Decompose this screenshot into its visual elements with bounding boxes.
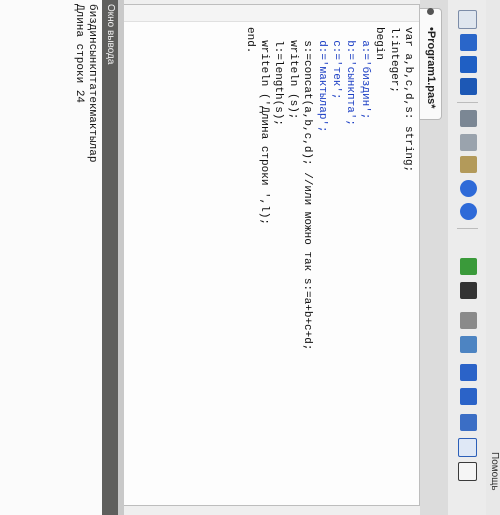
output-window-icon[interactable]	[458, 438, 477, 457]
paste-icon[interactable]	[460, 156, 477, 173]
step-over-icon[interactable]	[460, 388, 477, 405]
output-line: биздинсынкптатекмактылар	[86, 4, 98, 163]
tab-label: •Program1.pas*	[425, 27, 437, 109]
step-into-icon[interactable]	[460, 364, 477, 381]
toolbar-separator	[457, 102, 478, 103]
code-line: var a,b,c,d,s: string;	[402, 27, 414, 173]
open-icon[interactable]	[460, 34, 477, 51]
code-line: s:=concat(a,b,c,d); //или можно так s:=a…	[301, 27, 314, 351]
debug-step-icon[interactable]	[460, 336, 477, 353]
output-panel-title: Окно вывода	[105, 4, 116, 65]
code-line: writeln (s);	[286, 27, 299, 120]
editor-gutter	[123, 5, 419, 22]
pascalabc-window: Помощь •Program1.pas* var a,b,c,d,s: str…	[0, 0, 500, 515]
code-line: d:='мактылар';	[315, 27, 328, 133]
output-line: Длина строки 24	[73, 4, 85, 104]
code-line: l:=length(s);	[272, 27, 285, 127]
tab-program1[interactable]: •Program1.pas*	[419, 8, 442, 120]
menu-help[interactable]: Помощь	[489, 452, 500, 491]
new-file-icon[interactable]	[458, 10, 477, 29]
code-line: writeln ('Длина строки ',l);	[258, 27, 271, 226]
properties-icon[interactable]	[458, 462, 477, 481]
toolbar-separator	[457, 228, 478, 229]
toolbar	[447, 0, 486, 515]
photo-frame: Помощь •Program1.pas* var a,b,c,d,s: str…	[0, 0, 500, 515]
output-text: биздинсынкптатекмактылар Длина строки 24	[72, 4, 98, 162]
stop-icon[interactable]	[460, 282, 477, 299]
code-editor[interactable]: var a,b,c,d,s: string; l:integer; begin a:…	[122, 4, 420, 506]
compile-icon[interactable]	[460, 312, 477, 329]
code-line: c:='тек';	[330, 27, 343, 100]
code-text[interactable]: var a,b,c,d,s: string; l:integer; begin a:…	[242, 27, 415, 350]
output-panel-header: Окно вывода	[102, 0, 118, 515]
cut-icon[interactable]	[460, 110, 477, 127]
copy-icon[interactable]	[460, 134, 477, 151]
code-line: end.	[243, 27, 256, 54]
output-panel: биздинсынкптатекмактылар Длина строки 24	[0, 0, 102, 515]
code-line: a:='биздин';	[358, 27, 371, 120]
layout-icon[interactable]	[460, 414, 477, 431]
menu-bar: Помощь	[485, 0, 500, 515]
redo-icon[interactable]	[460, 203, 477, 220]
undo-icon[interactable]	[460, 180, 477, 197]
code-line: begin	[373, 27, 386, 61]
save-icon[interactable]	[460, 56, 477, 73]
code-line: b:='сынкпта';	[344, 27, 357, 127]
panel-splitter[interactable]	[118, 0, 124, 515]
run-icon[interactable]	[460, 258, 477, 275]
save-all-icon[interactable]	[460, 78, 477, 95]
tab-dot-icon	[427, 8, 434, 15]
code-line: l:integer;	[387, 27, 400, 94]
